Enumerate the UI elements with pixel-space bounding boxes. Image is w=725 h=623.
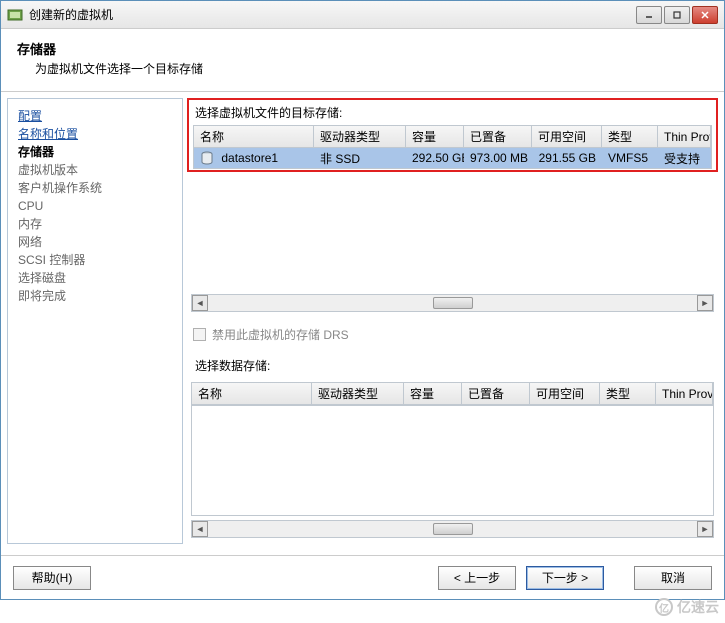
watermark-icon: 亿 [655, 598, 673, 616]
select-table-horizontal-scrollbar[interactable]: ◄ ► [191, 520, 714, 538]
disable-storage-drs-checkbox[interactable] [193, 328, 206, 341]
col-provisioned[interactable]: 已置备 [464, 126, 532, 147]
col-type[interactable]: 类型 [602, 126, 658, 147]
minimize-button[interactable] [636, 6, 662, 24]
cell-capacity: 292.50 GB [406, 151, 464, 165]
cell-free-space: 291.55 GB [532, 151, 602, 165]
scroll-right-arrow[interactable]: ► [697, 295, 713, 311]
table-header: 名称 驱动器类型 容量 已置备 可用空间 类型 Thin Prov [194, 126, 711, 148]
select-datastore-empty-body [191, 406, 714, 516]
scroll2-thumb[interactable] [433, 523, 473, 535]
watermark: 亿 亿速云 [655, 597, 719, 617]
titlebar: 创建新的虚拟机 [1, 1, 724, 29]
cell-name: datastore1 [221, 151, 278, 165]
maximize-button[interactable] [664, 6, 690, 24]
col-capacity[interactable]: 容量 [406, 126, 464, 147]
step-scsi-controller: SCSI 控制器 [18, 251, 172, 269]
back-button[interactable]: < 上一步 [438, 566, 516, 590]
dialog-window: 创建新的虚拟机 存储器 为虚拟机文件选择一个目标存储 配置 名称和位置 存储器 … [0, 0, 725, 600]
step-cpu: CPU [18, 197, 172, 215]
select-datastore-table: 名称 驱动器类型 容量 已置备 可用空间 类型 Thin Provi [191, 382, 714, 406]
col-free-space[interactable]: 可用空间 [532, 126, 602, 147]
cell-thin-prov: 受支持 [658, 150, 711, 167]
select-datastore-label: 选择数据存储: [193, 357, 712, 374]
window-title: 创建新的虚拟机 [29, 6, 636, 23]
col2-type: 类型 [600, 383, 656, 404]
watermark-text: 亿速云 [677, 597, 719, 617]
disable-storage-drs-row: 禁用此虚拟机的存储 DRS [193, 326, 712, 343]
wizard-steps-sidebar: 配置 名称和位置 存储器 虚拟机版本 客户机操作系统 CPU 内存 网络 SCS… [7, 98, 183, 544]
step-network: 网络 [18, 233, 172, 251]
step-select-disk: 选择磁盘 [18, 269, 172, 287]
wizard-header: 存储器 为虚拟机文件选择一个目标存储 [1, 29, 724, 92]
cell-type: VMFS5 [602, 151, 658, 165]
cell-drive-type: 非 SSD [314, 150, 406, 167]
step-ready-complete: 即将完成 [18, 287, 172, 305]
col2-name: 名称 [192, 383, 312, 404]
page-title: 存储器 [17, 39, 708, 58]
step-storage: 存储器 [18, 143, 172, 161]
col-name[interactable]: 名称 [194, 126, 314, 147]
datastore-icon [200, 151, 214, 165]
scroll2-right-arrow[interactable]: ► [697, 521, 713, 537]
col-thin-prov[interactable]: Thin Prov [658, 126, 711, 147]
dest-datastore-table[interactable]: 名称 驱动器类型 容量 已置备 可用空间 类型 Thin Prov datast… [193, 125, 712, 169]
scroll-thumb[interactable] [433, 297, 473, 309]
disable-storage-drs-label: 禁用此虚拟机的存储 DRS [212, 326, 349, 343]
close-button[interactable] [692, 6, 718, 24]
help-button[interactable]: 帮助(H) [13, 566, 91, 590]
scroll2-left-arrow[interactable]: ◄ [192, 521, 208, 537]
main-panel: 选择虚拟机文件的目标存储: 名称 驱动器类型 容量 已置备 可用空间 类型 Th… [187, 98, 718, 544]
step-memory: 内存 [18, 215, 172, 233]
table2-header: 名称 驱动器类型 容量 已置备 可用空间 类型 Thin Provi [192, 383, 713, 405]
scroll-left-arrow[interactable]: ◄ [192, 295, 208, 311]
col2-free-space: 可用空间 [530, 383, 600, 404]
col2-capacity: 容量 [404, 383, 462, 404]
destination-storage-section: 选择虚拟机文件的目标存储: 名称 驱动器类型 容量 已置备 可用空间 类型 Th… [187, 98, 718, 172]
step-name-location[interactable]: 名称和位置 [18, 125, 172, 143]
col2-drive-type: 驱动器类型 [312, 383, 404, 404]
col2-provisioned: 已置备 [462, 383, 530, 404]
dest-storage-label: 选择虚拟机文件的目标存储: [189, 100, 716, 125]
col2-thin-prov: Thin Provi [656, 383, 713, 404]
page-subtitle: 为虚拟机文件选择一个目标存储 [35, 60, 708, 77]
step-vm-version: 虚拟机版本 [18, 161, 172, 179]
next-button[interactable]: 下一步 > [526, 566, 604, 590]
table-row[interactable]: datastore1 非 SSD 292.50 GB 973.00 MB 291… [194, 148, 711, 168]
wizard-footer: 帮助(H) < 上一步 下一步 > 取消 [1, 555, 724, 599]
window-controls [636, 6, 718, 24]
col-drive-type[interactable]: 驱动器类型 [314, 126, 406, 147]
app-icon [7, 7, 23, 23]
dest-table-horizontal-scrollbar[interactable]: ◄ ► [191, 294, 714, 312]
step-configuration[interactable]: 配置 [18, 107, 172, 125]
cell-provisioned: 973.00 MB [464, 151, 532, 165]
cancel-button[interactable]: 取消 [634, 566, 712, 590]
step-guest-os: 客户机操作系统 [18, 179, 172, 197]
